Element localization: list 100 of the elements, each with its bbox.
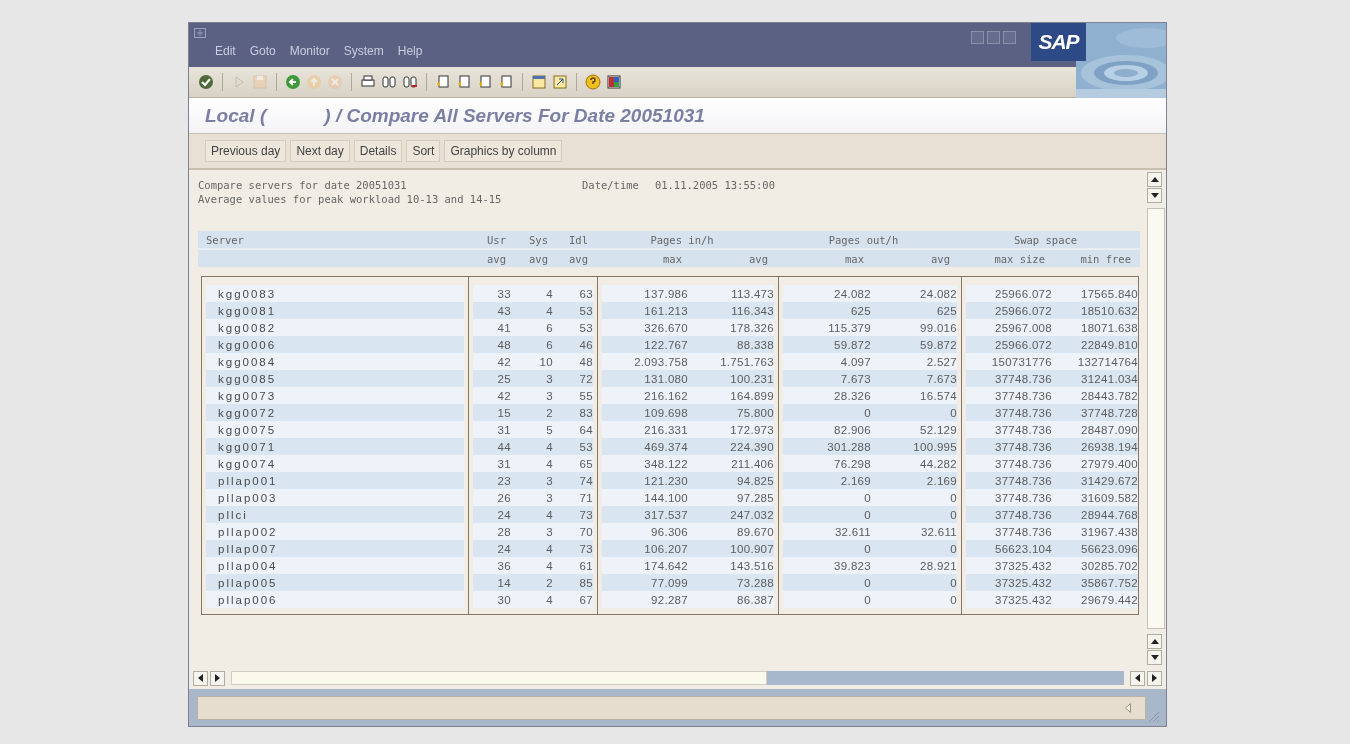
palette-icon[interactable] <box>606 74 622 90</box>
scroll-up-button[interactable] <box>1147 634 1162 649</box>
table-cell-text: 0 <box>863 542 871 555</box>
server-name: kgg0071 <box>217 440 278 453</box>
table-cell-text: 113.473 <box>730 287 774 300</box>
datetime-value: 01.11.2005 13:55:00 <box>654 179 775 193</box>
table-cell-text: 0 <box>949 406 957 419</box>
table-cell-text: 44.282 <box>919 457 957 470</box>
action-button[interactable]: Details <box>353 140 403 162</box>
table-cell-text: 224.390 <box>729 440 774 453</box>
table-cell-text: 22849.810 <box>1079 338 1138 351</box>
table-cell-text: 2.527 <box>925 355 957 368</box>
table-cell-text: 37748.736 <box>993 440 1052 453</box>
server-name: kgg0072 <box>217 406 278 419</box>
help-icon[interactable] <box>585 74 601 90</box>
table-cell-text: 143.516 <box>729 559 774 572</box>
scroll-down-button[interactable] <box>1147 188 1162 203</box>
menu-item[interactable]: Monitor <box>289 44 330 58</box>
server-name: pllap007 <box>217 542 279 555</box>
server-name: kgg0081 <box>217 304 278 317</box>
collapse-icon[interactable] <box>1125 702 1131 713</box>
table-cell-text: 31429.672 <box>1079 474 1138 487</box>
table-cell-text: 348.122 <box>643 457 688 470</box>
column-subheader: max <box>662 252 682 265</box>
column-header[interactable]: Idl <box>548 233 588 246</box>
table-cell-text: 74 <box>578 474 593 487</box>
table-cell-text: 3 <box>545 372 553 385</box>
table-cell-text: 73 <box>578 542 593 555</box>
table-cell-text: 41 <box>496 321 511 334</box>
table-cell-text: 178.326 <box>729 321 774 334</box>
table-cell-text: 37325.432 <box>993 593 1052 606</box>
server-name: kgg0074 <box>217 457 278 470</box>
table-cell-text: 32.611 <box>833 525 871 538</box>
table-cell-text: 2.169 <box>839 474 871 487</box>
table-cell-text: 24 <box>496 508 511 521</box>
scroll-thumb[interactable] <box>1147 208 1165 629</box>
vertical-scrollbar[interactable] <box>1146 170 1166 667</box>
scroll-right-button[interactable] <box>210 670 225 686</box>
table-cell-text: 25966.072 <box>993 287 1052 300</box>
table-cell-text: 10 <box>538 355 553 368</box>
screen-title: Local ( ) / Compare All Servers For Date 20051031 <box>205 104 705 127</box>
server-name: kgg0075 <box>217 423 278 436</box>
datetime-label: Date/time <box>582 179 639 193</box>
table-cell-text: 625 <box>849 304 871 317</box>
table-cell-text: 25 <box>496 372 511 385</box>
action-button[interactable]: Previous day <box>205 140 287 162</box>
table-cell-text: 132714764 <box>1076 355 1138 368</box>
scroll-left-button[interactable] <box>1130 670 1145 686</box>
binoculars-icon[interactable] <box>402 74 418 90</box>
print-icon[interactable] <box>360 74 376 90</box>
menu-item[interactable]: Edit <box>215 44 236 58</box>
column-header[interactable]: Sys <box>506 233 548 246</box>
scroll-thumb[interactable] <box>231 671 767 685</box>
table-cell-text: 72 <box>578 372 593 385</box>
table-cell-text: 469.374 <box>643 440 688 453</box>
table-cell-text: 31 <box>496 457 511 470</box>
action-button[interactable]: Next day <box>290 140 350 162</box>
server-name: kgg0006 <box>217 338 278 351</box>
table-cell-text: 0 <box>863 576 871 589</box>
table-cell-text: 37748.736 <box>993 491 1052 504</box>
table-cell-text: 131.080 <box>643 372 688 385</box>
menu-item[interactable]: Help <box>397 44 423 58</box>
table-cell-text: 63 <box>578 287 593 300</box>
check-icon[interactable] <box>198 74 214 90</box>
column-header[interactable]: Pages out/h <box>776 233 951 246</box>
table-cell-text: 3 <box>545 491 553 504</box>
table-cell-text: 6 <box>545 321 553 334</box>
table-cell-text: 31967.438 <box>1079 525 1138 538</box>
column-header[interactable]: Pages in/h <box>596 233 768 246</box>
binoculars-icon[interactable] <box>381 74 397 90</box>
scroll-left-button[interactable] <box>193 670 208 686</box>
column-header[interactable]: Swap space <box>959 233 1132 246</box>
action-button[interactable]: Sort <box>406 140 441 162</box>
window-menu-icon[interactable] <box>194 28 206 38</box>
column-header[interactable]: Server <box>206 233 460 246</box>
action-button[interactable]: Graphics by column <box>444 140 563 162</box>
scroll-down-button[interactable] <box>1147 650 1162 665</box>
table-cell-text: 3 <box>545 525 553 538</box>
resize-grip-icon[interactable] <box>1148 711 1160 723</box>
shortcut-icon[interactable] <box>552 74 568 90</box>
table-cell-text: 37325.432 <box>993 559 1052 572</box>
column-header[interactable]: Usr <box>468 233 506 246</box>
menu-item[interactable]: System <box>343 44 384 58</box>
horizontal-scrollbar[interactable] <box>231 671 1124 685</box>
scroll-right-button[interactable] <box>1147 670 1162 686</box>
table-cell-text: 18071.638 <box>1079 321 1138 334</box>
server-name: pllap002 <box>217 525 279 538</box>
server-name: pllci <box>217 508 249 521</box>
table-cell-text: 28487.090 <box>1079 423 1138 436</box>
table-cell-text: 216.162 <box>643 389 688 402</box>
menu-item[interactable]: Goto <box>249 44 276 58</box>
column-subheader: avg <box>568 252 588 265</box>
table-cell-text: 56623.096 <box>1079 542 1138 555</box>
table-cell-text: 70 <box>578 525 593 538</box>
scroll-up-button[interactable] <box>1147 172 1162 187</box>
new-window-icon[interactable] <box>531 74 547 90</box>
table-cell-text: 174.642 <box>643 559 688 572</box>
table-cell-text: 100.995 <box>912 440 957 453</box>
column-subheader: avg <box>930 252 950 265</box>
server-name: pllap003 <box>217 491 279 504</box>
